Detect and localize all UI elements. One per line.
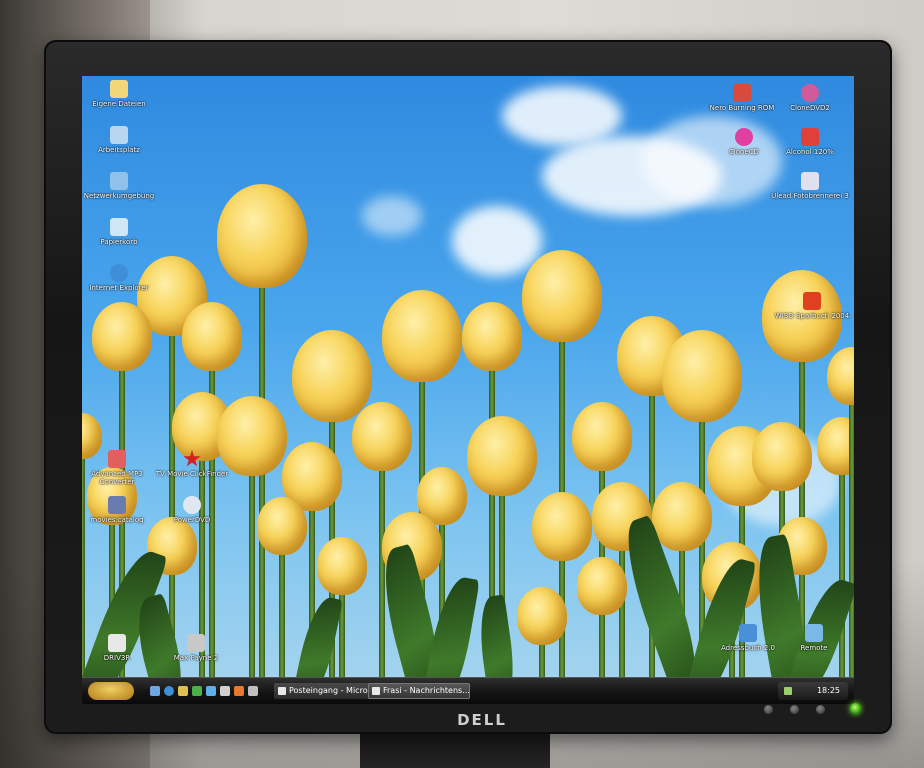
tulip-flower bbox=[662, 330, 742, 422]
network-icon bbox=[110, 172, 128, 190]
quicklaunch-desktop-icon[interactable] bbox=[150, 686, 160, 696]
driver-game-icon bbox=[108, 634, 126, 652]
tulip-stem bbox=[379, 467, 385, 704]
wiso-icon bbox=[803, 292, 821, 310]
desktop-icon-alcohol[interactable]: Alcohol 120% bbox=[770, 128, 850, 156]
tulip-flower bbox=[517, 587, 567, 645]
desktop-icon-movies-catalog[interactable]: movies.catalog bbox=[82, 496, 157, 524]
desktop-screen: Eigene Dateien Arbeitsplatz Netzwerkumge… bbox=[82, 76, 854, 704]
internet-explorer-icon bbox=[110, 264, 128, 282]
quicklaunch-messenger-icon[interactable] bbox=[206, 686, 216, 696]
tv-movie-icon bbox=[183, 450, 201, 467]
tulip-flower bbox=[92, 301, 152, 371]
power-led-icon[interactable] bbox=[850, 703, 861, 714]
tulip-flower bbox=[577, 557, 627, 615]
desktop-icon-internet-explorer[interactable]: Internet Explorer bbox=[82, 264, 164, 292]
remote-icon bbox=[805, 624, 823, 642]
taskbar-task-posteingang[interactable]: Posteingang - Micro... bbox=[274, 683, 370, 699]
tulip-flower bbox=[317, 537, 367, 595]
quicklaunch-extra-icon[interactable] bbox=[248, 686, 258, 696]
desktop-icon-driv3r[interactable]: DRIV3R bbox=[82, 634, 152, 662]
quicklaunch-media-icon[interactable] bbox=[192, 686, 202, 696]
ulead-icon bbox=[801, 172, 819, 190]
monitor-stand bbox=[360, 734, 550, 768]
desktop-icon-wiso[interactable]: WISO Sparbuch 2004 bbox=[772, 292, 852, 320]
mp3-converter-icon bbox=[108, 450, 126, 468]
tulip-flower bbox=[752, 421, 812, 491]
tulip-flower bbox=[532, 491, 592, 561]
desktop-icon-tv-movie-clickfinder[interactable]: TV Movie ClickFinder bbox=[152, 450, 232, 478]
desktop-icon-netzwerkumgebung[interactable]: Netzwerkumgebung bbox=[82, 172, 164, 200]
outlook-icon bbox=[278, 686, 286, 695]
quicklaunch-folder-icon[interactable] bbox=[220, 686, 230, 696]
monitor-button-down[interactable] bbox=[790, 705, 799, 714]
tulip-flower bbox=[182, 301, 242, 371]
quicklaunch-browser-icon[interactable] bbox=[164, 686, 174, 696]
clonecd-icon bbox=[735, 128, 753, 146]
desktop-icon-powerdvd[interactable]: PowerDVD bbox=[152, 496, 232, 524]
recycle-bin-icon bbox=[110, 218, 128, 236]
quicklaunch-player-icon[interactable] bbox=[234, 686, 244, 696]
nero-icon bbox=[733, 84, 751, 102]
tulip-flower bbox=[352, 401, 412, 471]
desktop-icon-arbeitsplatz[interactable]: Arbeitsplatz bbox=[82, 126, 164, 154]
tulip-flower bbox=[467, 415, 537, 497]
tulip-flower bbox=[217, 184, 307, 288]
folder-icon bbox=[110, 80, 128, 98]
film-icon bbox=[108, 496, 126, 514]
monitor-brand-logo: DELL bbox=[457, 711, 507, 729]
computer-icon bbox=[110, 126, 128, 144]
clonedvd-icon bbox=[801, 84, 819, 102]
system-tray: 18:25 bbox=[778, 682, 848, 700]
clock[interactable]: 18:25 bbox=[817, 682, 840, 700]
desktop-icon-eigene-dateien[interactable]: Eigene Dateien bbox=[82, 80, 164, 108]
cloud bbox=[362, 196, 422, 236]
tulip-flower bbox=[462, 301, 522, 371]
tulip-flower bbox=[572, 401, 632, 471]
tulip-flower bbox=[257, 497, 307, 555]
start-button[interactable] bbox=[88, 682, 134, 700]
address-book-icon bbox=[739, 624, 757, 642]
tulip-stem bbox=[259, 282, 265, 704]
alcohol-icon bbox=[801, 128, 819, 146]
desktop-icon-clonedvd2[interactable]: CloneDVD2 bbox=[770, 84, 850, 112]
tulip-flower bbox=[652, 481, 712, 551]
monitor-button-up[interactable] bbox=[816, 705, 825, 714]
desktop-icon-papierkorb[interactable]: Papierkorb bbox=[82, 218, 164, 246]
desktop-icon-max-payne-2[interactable]: Max Payne 2 bbox=[156, 634, 236, 662]
quicklaunch-mail-icon[interactable] bbox=[178, 686, 188, 696]
tulip-flower bbox=[292, 330, 372, 422]
max-payne-icon bbox=[187, 634, 205, 652]
tulip-stem bbox=[199, 457, 205, 704]
tulip-flower bbox=[382, 290, 462, 382]
message-icon bbox=[372, 686, 380, 695]
dvd-icon bbox=[183, 496, 201, 514]
monitor-button-menu[interactable] bbox=[764, 705, 773, 714]
tulip-flower bbox=[522, 250, 602, 342]
tray-network-icon[interactable] bbox=[784, 687, 792, 695]
tulip-stem bbox=[849, 401, 854, 704]
taskbar-task-frasi[interactable]: Frasi - Nachrichtens... bbox=[368, 683, 470, 699]
desktop-icon-ulead[interactable]: Ulead Fotobrennerei 3 bbox=[770, 172, 850, 200]
tulip-stem bbox=[249, 472, 255, 704]
taskbar: Posteingang - Micro... Frasi - Nachricht… bbox=[82, 677, 854, 704]
cloud bbox=[452, 206, 542, 276]
desktop-icon-remote[interactable]: Remote bbox=[774, 624, 854, 652]
desktop-icon-advanced-mp3-converter[interactable]: Advanced MP3 Converter bbox=[82, 450, 157, 486]
